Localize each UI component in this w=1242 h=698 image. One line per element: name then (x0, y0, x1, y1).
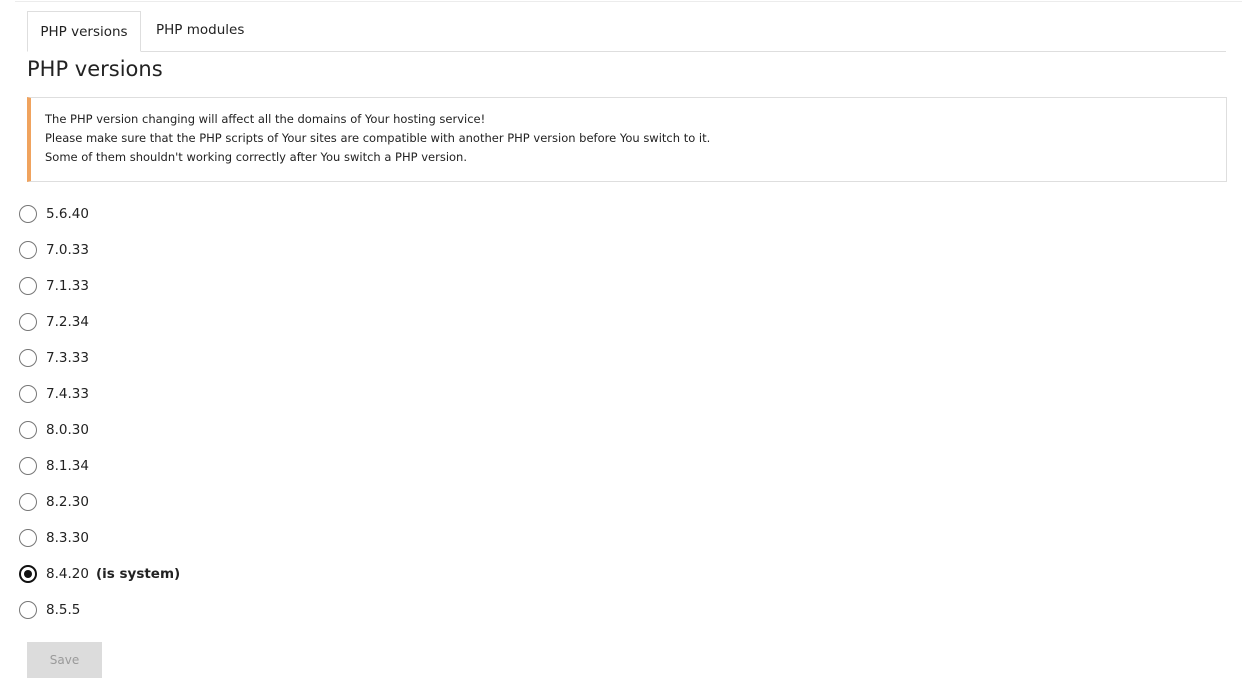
php-version-option[interactable]: 8.5.5 (19, 599, 80, 621)
php-version-label: 8.3.30 (46, 530, 89, 546)
tab-php-modules[interactable]: PHP modules (156, 10, 244, 50)
top-divider (15, 1, 1242, 2)
php-version-label: 5.6.40 (46, 206, 89, 222)
radio-button[interactable] (19, 241, 37, 259)
php-version-option[interactable]: 7.3.33 (19, 347, 89, 369)
radio-button[interactable] (19, 277, 37, 295)
php-version-option[interactable]: 8.2.30 (19, 491, 89, 513)
php-version-label: 7.1.33 (46, 278, 89, 294)
php-version-option[interactable]: 7.4.33 (19, 383, 89, 405)
tab-bar: PHP versions PHP modules (27, 11, 1226, 52)
php-version-label: 8.0.30 (46, 422, 89, 438)
php-version-label: 7.0.33 (46, 242, 89, 258)
tab-php-versions[interactable]: PHP versions (27, 11, 141, 52)
php-version-option[interactable]: 8.3.30 (19, 527, 89, 549)
php-version-option[interactable]: 8.4.20 (is system) (19, 563, 180, 585)
radio-button[interactable] (19, 205, 37, 223)
php-version-option[interactable]: 7.0.33 (19, 239, 89, 261)
php-version-option[interactable]: 7.2.34 (19, 311, 89, 333)
radio-button[interactable] (19, 493, 37, 511)
system-version-note: (is system) (95, 566, 181, 582)
php-version-option[interactable]: 5.6.40 (19, 203, 89, 225)
php-version-label: 8.1.34 (46, 458, 89, 474)
radio-button[interactable] (19, 385, 37, 403)
php-version-label: 7.4.33 (46, 386, 89, 402)
php-version-option[interactable]: 7.1.33 (19, 275, 89, 297)
php-version-label: 8.2.30 (46, 494, 89, 510)
notice-line: Some of them shouldn't working correctly… (45, 150, 468, 164)
php-version-label: 8.5.5 (46, 602, 81, 618)
notice-line: Please make sure that the PHP scripts of… (45, 131, 711, 145)
php-version-label: 7.2.34 (46, 314, 89, 330)
save-button[interactable]: Save (27, 642, 102, 678)
radio-button[interactable] (19, 457, 37, 475)
radio-button[interactable] (19, 529, 37, 547)
page-title: PHP versions (27, 57, 163, 81)
php-version-option[interactable]: 8.1.34 (19, 455, 89, 477)
php-version-label: 7.3.33 (46, 350, 89, 366)
notice-line: The PHP version changing will affect all… (45, 112, 486, 126)
php-version-option[interactable]: 8.0.30 (19, 419, 89, 441)
radio-button[interactable] (19, 565, 37, 583)
warning-notice: The PHP version changing will affect all… (27, 97, 1227, 182)
radio-button[interactable] (19, 349, 37, 367)
radio-button[interactable] (19, 421, 37, 439)
radio-button[interactable] (19, 313, 37, 331)
radio-button[interactable] (19, 601, 37, 619)
php-version-label: 8.4.20 (46, 566, 89, 582)
